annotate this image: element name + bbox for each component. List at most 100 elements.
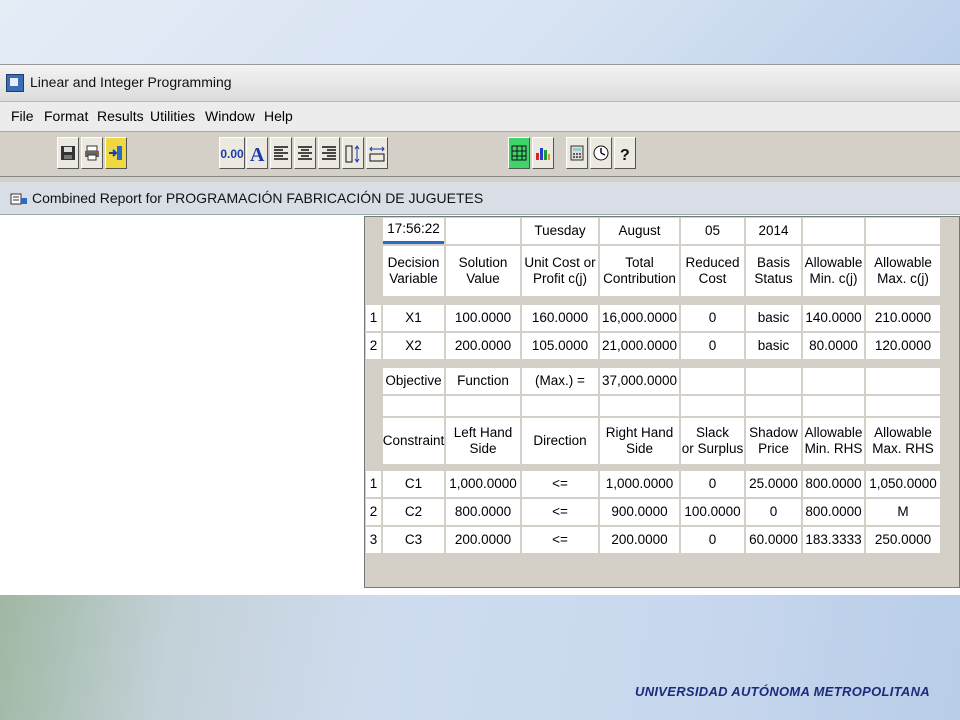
- basis-status[interactable]: basic: [746, 305, 801, 331]
- report-cell-blank[interactable]: [746, 396, 801, 416]
- calculator-button[interactable]: [566, 137, 588, 169]
- report-cell-blank[interactable]: [446, 218, 520, 244]
- slack-surplus[interactable]: 0: [681, 471, 744, 497]
- save-icon: [61, 146, 75, 160]
- report-year[interactable]: 2014: [746, 218, 801, 244]
- row-number: 2: [366, 499, 381, 525]
- menu-window[interactable]: Window: [205, 108, 255, 124]
- report-cell-blank[interactable]: [746, 368, 801, 394]
- total-contribution[interactable]: 21,000.0000: [600, 333, 679, 359]
- right-hand-side[interactable]: 900.0000: [600, 499, 679, 525]
- chart-button[interactable]: [532, 137, 554, 169]
- right-hand-side[interactable]: 1,000.0000: [600, 471, 679, 497]
- reduced-cost[interactable]: 0: [681, 305, 744, 331]
- decimal-button[interactable]: 0.00: [219, 137, 245, 169]
- allowable-min-rhs[interactable]: 800.0000: [803, 499, 864, 525]
- slack-surplus[interactable]: 0: [681, 527, 744, 553]
- objective-label[interactable]: Objective: [383, 368, 444, 394]
- menu-help[interactable]: Help: [264, 108, 293, 124]
- objective-sense[interactable]: (Max.) =: [522, 368, 598, 394]
- menu-results[interactable]: Results: [97, 108, 144, 124]
- report-cell-blank[interactable]: [446, 396, 520, 416]
- grid-icon: [511, 145, 527, 161]
- decimal-icon: 0.00: [220, 147, 244, 161]
- row-height-icon: [345, 145, 360, 163]
- shadow-price[interactable]: 25.0000: [746, 471, 801, 497]
- column-width-button[interactable]: [366, 137, 388, 169]
- unit-profit[interactable]: 160.0000: [522, 305, 598, 331]
- allowable-min-rhs[interactable]: 800.0000: [803, 471, 864, 497]
- allowable-max-rhs[interactable]: 250.0000: [866, 527, 940, 553]
- objective-value[interactable]: 37,000.0000: [600, 368, 679, 394]
- report-cell-blank[interactable]: [522, 396, 598, 416]
- align-left-icon: [274, 146, 288, 160]
- allowable-min[interactable]: 140.0000: [803, 305, 864, 331]
- grid-view-button[interactable]: [508, 137, 530, 169]
- combined-report-grid: 17:56:22 Tuesday August 05 2014 Decision…: [364, 216, 960, 588]
- allowable-max-rhs[interactable]: 1,050.0000: [866, 471, 940, 497]
- report-time[interactable]: 17:56:22: [383, 218, 444, 244]
- report-cell-blank[interactable]: [803, 396, 864, 416]
- allowable-max[interactable]: 210.0000: [866, 305, 940, 331]
- basis-status[interactable]: basic: [746, 333, 801, 359]
- header-allowable-min-rhs: Allowable Min. RHS: [803, 418, 864, 464]
- allowable-max-rhs[interactable]: M: [866, 499, 940, 525]
- constraint-name[interactable]: C1: [383, 471, 444, 497]
- allowable-max[interactable]: 120.0000: [866, 333, 940, 359]
- allowable-min[interactable]: 80.0000: [803, 333, 864, 359]
- objective-function-label[interactable]: Function: [446, 368, 520, 394]
- report-cell-blank[interactable]: [866, 218, 940, 244]
- help-button[interactable]: ?: [614, 137, 636, 169]
- slack-surplus[interactable]: 100.0000: [681, 499, 744, 525]
- unit-profit[interactable]: 105.0000: [522, 333, 598, 359]
- report-date[interactable]: 05: [681, 218, 744, 244]
- shadow-price[interactable]: 0: [746, 499, 801, 525]
- align-center-button[interactable]: [294, 137, 316, 169]
- chart-icon: [536, 148, 550, 160]
- direction[interactable]: <=: [522, 471, 598, 497]
- align-right-button[interactable]: [318, 137, 340, 169]
- clock-button[interactable]: [590, 137, 612, 169]
- reduced-cost[interactable]: 0: [681, 333, 744, 359]
- header-allowable-max-rhs: Allowable Max. RHS: [866, 418, 940, 464]
- report-month[interactable]: August: [600, 218, 679, 244]
- report-cell-blank[interactable]: [866, 396, 940, 416]
- shadow-price[interactable]: 60.0000: [746, 527, 801, 553]
- row-height-button[interactable]: [342, 137, 364, 169]
- align-left-button[interactable]: [270, 137, 292, 169]
- left-hand-side[interactable]: 200.0000: [446, 527, 520, 553]
- left-hand-side[interactable]: 800.0000: [446, 499, 520, 525]
- report-cell-blank[interactable]: [600, 396, 679, 416]
- left-hand-side[interactable]: 1,000.0000: [446, 471, 520, 497]
- solution-value[interactable]: 100.0000: [446, 305, 520, 331]
- menu-format[interactable]: Format: [44, 108, 88, 124]
- direction[interactable]: <=: [522, 527, 598, 553]
- allowable-min-rhs[interactable]: 183.3333: [803, 527, 864, 553]
- solution-value[interactable]: 200.0000: [446, 333, 520, 359]
- exit-button[interactable]: [105, 137, 127, 169]
- variable-name[interactable]: X1: [383, 305, 444, 331]
- total-contribution[interactable]: 16,000.0000: [600, 305, 679, 331]
- report-cell-blank[interactable]: [866, 368, 940, 394]
- calculator-icon: [570, 145, 584, 161]
- font-button[interactable]: A: [246, 137, 268, 169]
- right-hand-side[interactable]: 200.0000: [600, 527, 679, 553]
- row-number: 3: [366, 527, 381, 553]
- menu-utilities[interactable]: Utilities: [150, 108, 195, 124]
- report-cell-blank[interactable]: [681, 396, 744, 416]
- report-cell-blank[interactable]: [803, 218, 864, 244]
- report-cell-blank[interactable]: [681, 368, 744, 394]
- report-cell-blank[interactable]: [803, 368, 864, 394]
- help-icon: ?: [620, 147, 630, 163]
- direction[interactable]: <=: [522, 499, 598, 525]
- constraint-name[interactable]: C2: [383, 499, 444, 525]
- app-icon: [6, 74, 24, 92]
- variable-name[interactable]: X2: [383, 333, 444, 359]
- header-constraint: Constraint: [383, 418, 444, 464]
- report-day[interactable]: Tuesday: [522, 218, 598, 244]
- constraint-name[interactable]: C3: [383, 527, 444, 553]
- print-button[interactable]: [81, 137, 103, 169]
- menu-file[interactable]: File: [11, 108, 34, 124]
- save-button[interactable]: [57, 137, 79, 169]
- report-cell-blank[interactable]: [383, 396, 444, 416]
